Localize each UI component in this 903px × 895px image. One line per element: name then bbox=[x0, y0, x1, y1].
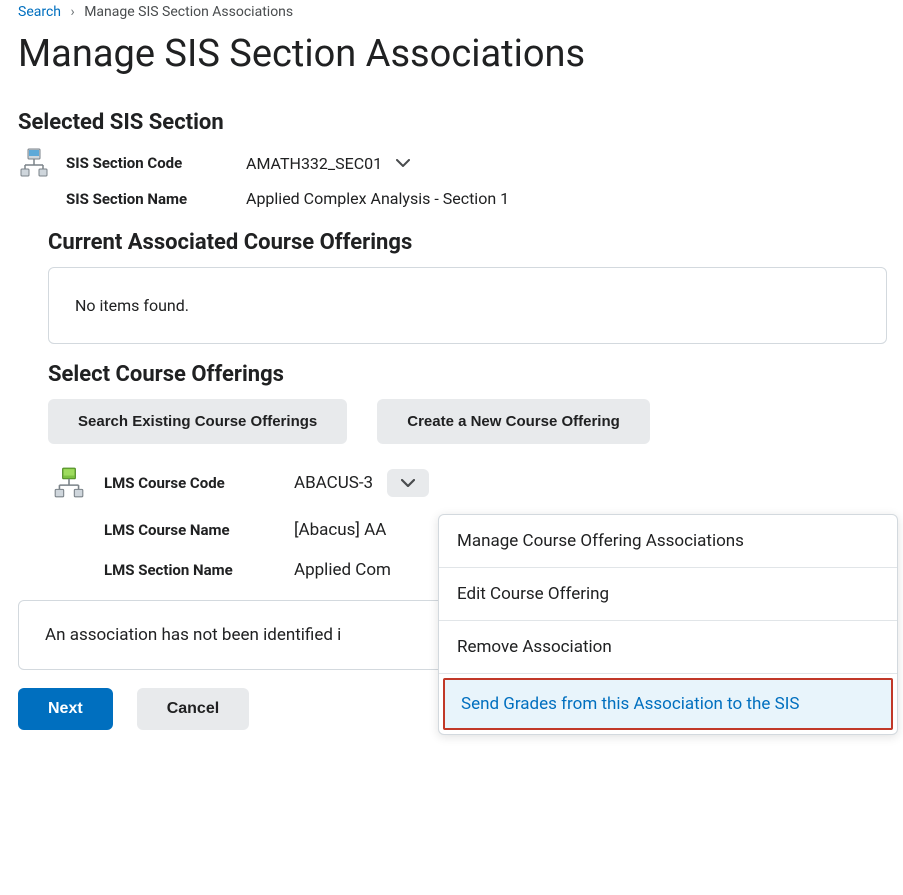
current-offerings-empty: No items found. bbox=[48, 267, 887, 344]
sis-name-value: Applied Complex Analysis - Section 1 bbox=[246, 189, 509, 208]
search-existing-button[interactable]: Search Existing Course Offerings bbox=[48, 399, 347, 444]
breadcrumb-current: Manage SIS Section Associations bbox=[84, 4, 293, 20]
page-title: Manage SIS Section Associations bbox=[18, 32, 891, 76]
dropdown-manage-associations[interactable]: Manage Course Offering Associations bbox=[439, 515, 897, 568]
sis-name-label: SIS Section Name bbox=[66, 190, 246, 208]
create-new-offering-button[interactable]: Create a New Course Offering bbox=[377, 399, 650, 444]
lms-name-value: [Abacus] AA bbox=[294, 520, 386, 540]
lms-name-label: LMS Course Name bbox=[104, 521, 294, 539]
course-org-icon bbox=[52, 466, 104, 500]
dropdown-edit-offering[interactable]: Edit Course Offering bbox=[439, 568, 897, 621]
current-offerings-heading: Current Associated Course Offerings bbox=[48, 230, 887, 255]
breadcrumb-search-link[interactable]: Search bbox=[18, 4, 61, 20]
dropdown-remove-association[interactable]: Remove Association bbox=[439, 621, 897, 674]
lms-section-value: Applied Com bbox=[294, 560, 391, 580]
lms-code-label: LMS Course Code bbox=[104, 474, 294, 492]
lms-code-value: ABACUS-3 bbox=[294, 473, 373, 493]
lms-code-dropdown-toggle[interactable] bbox=[387, 469, 429, 497]
select-offerings-heading: Select Course Offerings bbox=[48, 362, 887, 387]
sis-code-label: SIS Section Code bbox=[66, 154, 246, 172]
sis-code-value: AMATH332_SEC01 bbox=[246, 154, 382, 173]
next-button[interactable]: Next bbox=[18, 688, 113, 730]
breadcrumb-separator: › bbox=[71, 4, 75, 20]
lms-section-label: LMS Section Name bbox=[104, 561, 294, 579]
lms-actions-dropdown: Manage Course Offering Associations Edit… bbox=[438, 514, 898, 735]
selected-section-heading: Selected SIS Section bbox=[18, 110, 891, 135]
breadcrumb: Search › Manage SIS Section Associations bbox=[18, 4, 891, 20]
dropdown-send-grades[interactable]: Send Grades from this Association to the… bbox=[443, 678, 893, 730]
sis-code-dropdown-toggle[interactable] bbox=[392, 155, 414, 171]
org-unit-icon bbox=[18, 147, 66, 179]
chevron-down-icon bbox=[396, 159, 410, 167]
cancel-button[interactable]: Cancel bbox=[137, 688, 249, 730]
chevron-down-icon bbox=[401, 479, 415, 487]
